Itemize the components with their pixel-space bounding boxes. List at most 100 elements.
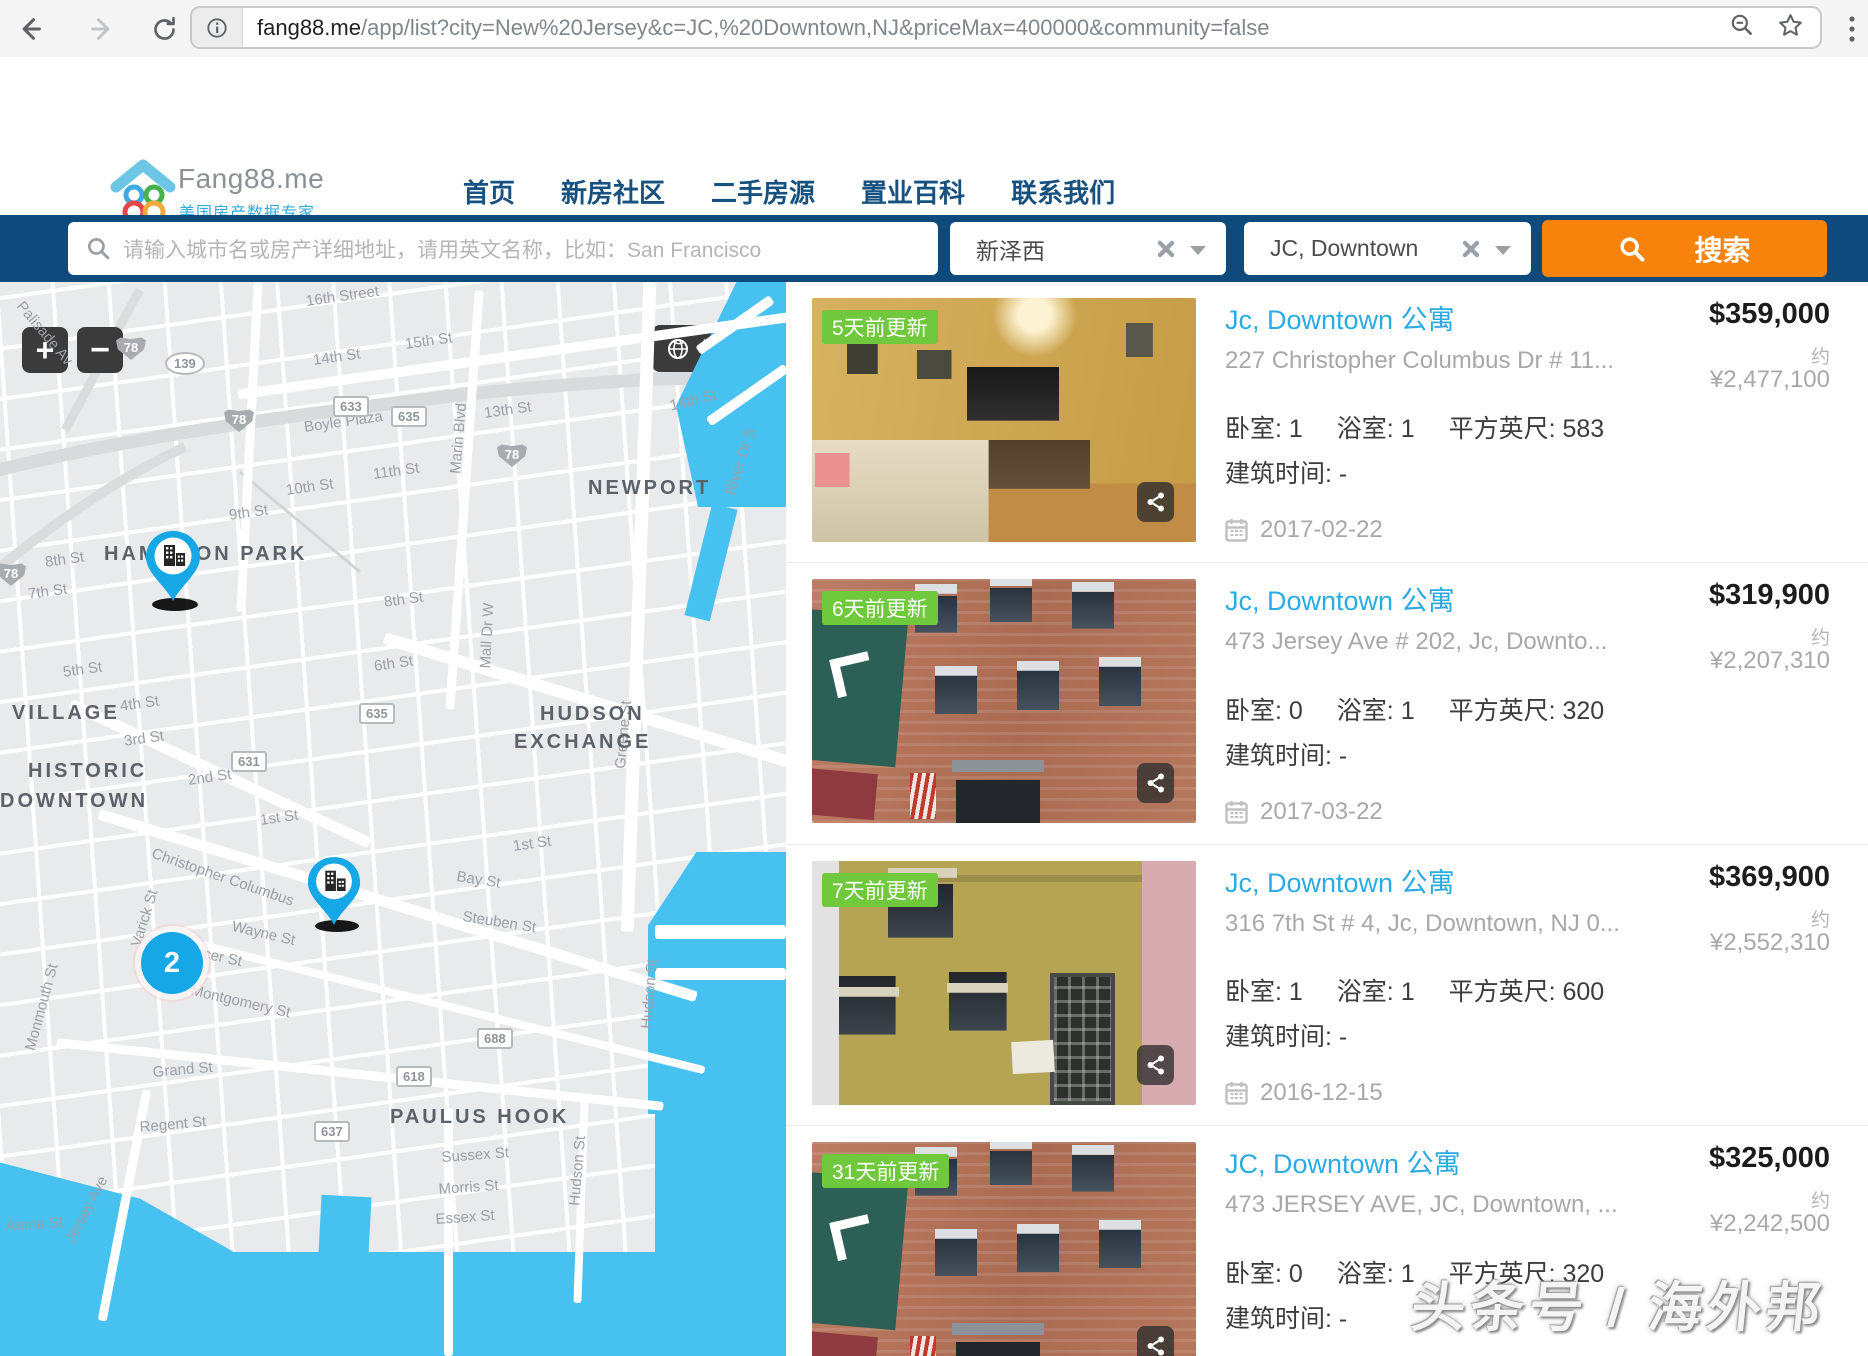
baths-value: 浴室: 1: [1337, 978, 1415, 1006]
nav-item-4[interactable]: 联系我们: [1011, 173, 1115, 210]
share-button[interactable]: [1137, 482, 1174, 522]
neighborhood-label: HUDSON: [540, 703, 645, 726]
street-label: 9th St: [228, 502, 269, 524]
baths-value: 浴室: 1: [1337, 1260, 1415, 1288]
sqft-value: 平方英尺: 600: [1449, 978, 1605, 1006]
filter-state-caret-icon[interactable]: [1190, 246, 1206, 255]
route-shield-78: 78: [0, 562, 26, 586]
listing-title[interactable]: Jc, Downtown 公寓: [1225, 861, 1455, 900]
filter-state-clear-icon[interactable]: [1156, 239, 1176, 259]
share-icon: [1146, 491, 1166, 513]
filter-area-clear-icon[interactable]: [1461, 239, 1481, 259]
listing-date-row: 2017-02-22: [1225, 516, 1830, 544]
forward-icon[interactable]: [86, 13, 118, 45]
baths-value: 浴室: 1: [1337, 697, 1415, 725]
street-label: 11th St: [372, 460, 420, 483]
listing-card-2[interactable]: 7天前更新 Jc, Downtown 公寓 $369,900 316 7th S…: [786, 845, 1868, 1126]
bookmark-star-icon[interactable]: [1777, 12, 1804, 44]
listing-date: 2017-03-22: [1260, 798, 1383, 826]
beds-value: 卧室: 1: [1225, 415, 1303, 443]
listing-photo[interactable]: 31天前更新: [812, 1142, 1196, 1356]
map-pin-1[interactable]: [305, 856, 363, 931]
updated-badge: 5天前更新: [822, 310, 938, 344]
neighborhood-label: HAMILTON PARK: [104, 543, 307, 566]
browser-menu-icon[interactable]: [1836, 13, 1868, 45]
listing-photo[interactable]: 6天前更新: [812, 579, 1196, 823]
neighborhood-label: DOWNTOWN: [0, 790, 148, 813]
search-button[interactable]: 搜索: [1542, 220, 1827, 277]
listing-date-row: 2017-03-22: [1225, 798, 1830, 826]
nav-item-3[interactable]: 置业百科: [861, 173, 965, 210]
back-icon[interactable]: [14, 13, 46, 45]
listing-photo[interactable]: 5天前更新: [812, 298, 1196, 542]
updated-badge: 6天前更新: [822, 591, 938, 625]
share-button[interactable]: [1137, 1045, 1174, 1085]
photo-shape: [812, 1331, 878, 1356]
page-info-icon[interactable]: [192, 8, 243, 47]
street-label: 5th St: [62, 659, 103, 681]
share-button[interactable]: [1137, 763, 1174, 803]
built-year: 建筑时间: -: [1225, 454, 1830, 490]
photo-shape: [1050, 973, 1115, 1105]
listing-details: 卧室: 0浴室: 1平方英尺: 320: [1225, 691, 1830, 727]
listing-price-usd: $359,000: [1709, 298, 1830, 331]
address-bar[interactable]: fang88.me/app/list?city=New%20Jersey&c=J…: [190, 6, 1822, 49]
nav-item-1[interactable]: 新房社区: [561, 173, 665, 210]
nav-item-0[interactable]: 首页: [463, 173, 515, 210]
search-input[interactable]: 请输入城市名或房产详细地址，请用英文名称，比如：San Francisco: [68, 222, 938, 275]
listings-panel[interactable]: 5天前更新 Jc, Downtown 公寓 $359,000 227 Chris…: [786, 282, 1868, 1356]
street-label: Mall Dr W: [477, 602, 497, 669]
street-label: 16th Street: [305, 283, 380, 310]
route-shield-637: 637: [314, 1121, 350, 1142]
street-label: Grand St: [152, 1059, 213, 1081]
reload-icon[interactable]: [148, 13, 180, 45]
listing-details: 卧室: 1 浴室: 1 平方英尺: 600: [1225, 972, 1830, 1008]
street-label: 1st St: [259, 807, 299, 829]
listing-date: 2017-02-22: [1260, 516, 1383, 544]
baths-value: 浴室: 1: [1337, 415, 1415, 443]
route-shield-635: 635: [359, 703, 395, 724]
share-icon: [1146, 1335, 1166, 1356]
zoom-out-page-icon[interactable]: [1729, 12, 1755, 43]
listing-price-cny: ¥2,552,310: [1710, 929, 1830, 957]
built-year: 建筑时间: -: [1225, 1017, 1830, 1053]
street-label: 6th St: [373, 653, 414, 675]
listing-title[interactable]: Jc, Downtown 公寓: [1225, 298, 1455, 337]
photo-shape: [812, 1172, 908, 1330]
map-zoom-out-button[interactable]: −: [77, 327, 123, 373]
nav-item-2[interactable]: 二手房源: [711, 173, 815, 210]
listing-title[interactable]: JC, Downtown 公寓: [1225, 1142, 1461, 1181]
map-cluster-marker[interactable]: 2: [141, 932, 203, 994]
photo-shape: [1011, 1040, 1055, 1074]
listing-address: 473 Jersey Ave # 202, Jc, Downto...: [1225, 628, 1607, 674]
street-label: Montgomery St: [189, 982, 292, 1021]
share-button[interactable]: [1137, 1326, 1174, 1356]
share-icon: [1146, 1054, 1166, 1076]
search-bar: 请输入城市名或房产详细地址，请用英文名称，比如：San Francisco 新泽…: [0, 215, 1868, 282]
listing-date: 2016-12-15: [1260, 1079, 1383, 1107]
street-label: Wayne St: [230, 918, 297, 949]
listing-card-1[interactable]: 6天前更新 Jc, Downtown 公寓 $319,900 473 Jerse…: [786, 563, 1868, 844]
photo-shape: [910, 773, 936, 819]
map[interactable]: + − 视图 Canal Basin Google Palisade Av16t…: [0, 282, 786, 1356]
listing-price-usd: $369,900: [1709, 861, 1830, 894]
listing-address: 227 Christopher Columbus Dr # 11...: [1225, 347, 1614, 393]
listing-title[interactable]: Jc, Downtown 公寓: [1225, 579, 1455, 618]
street-label: Hudson St: [566, 1135, 589, 1206]
filter-area[interactable]: JC, Downtown: [1244, 222, 1531, 275]
street-label: 8th St: [383, 589, 424, 611]
listing-card-0[interactable]: 5天前更新 Jc, Downtown 公寓 $359,000 227 Chris…: [786, 282, 1868, 563]
filter-state[interactable]: 新泽西: [950, 222, 1226, 275]
main-nav: 首页 新房社区 二手房源 置业百科 联系我们: [463, 173, 1115, 210]
filter-area-caret-icon[interactable]: [1495, 246, 1511, 255]
street-label: 15th St: [404, 329, 453, 352]
browser-toolbar: fang88.me/app/list?city=New%20Jersey&c=J…: [0, 0, 1868, 58]
map-pin-0[interactable]: [143, 530, 203, 607]
listing-photo[interactable]: 7天前更新: [812, 861, 1196, 1105]
photo-shape: [812, 768, 878, 820]
map-road: [655, 968, 786, 980]
listing-date-row: 2016-12-15: [1225, 1079, 1830, 1107]
route-shield-633: 633: [333, 396, 369, 417]
built-year: 建筑时间: -: [1225, 736, 1830, 772]
beds-value: 卧室: 1: [1225, 978, 1303, 1006]
